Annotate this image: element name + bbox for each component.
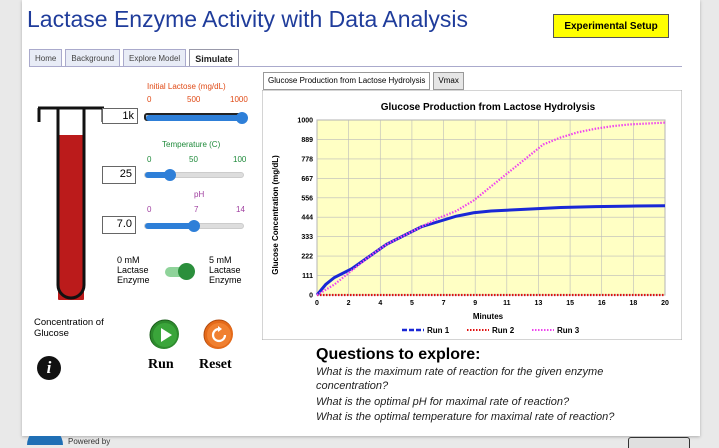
chart-y-tick-label: 889 — [301, 137, 313, 144]
chart-x-tick-label: 20 — [661, 300, 669, 307]
legend-label: Run 2 — [492, 326, 515, 335]
chart-y-label: Glucose Concentration (mg/dL) — [271, 155, 280, 275]
enzyme-toggle[interactable] — [163, 263, 195, 281]
tab-background[interactable]: Background — [65, 49, 121, 67]
temperature-slider[interactable] — [144, 169, 244, 181]
chart-title: Glucose Production from Lactose Hydrolys… — [381, 102, 596, 113]
lactose-min: 0 — [147, 95, 152, 104]
question-line-2: concentration? — [316, 380, 389, 392]
temperature-mid: 50 — [189, 155, 198, 164]
lactose-slider-fill — [146, 115, 242, 121]
ph-slider[interactable] — [144, 220, 244, 232]
reset-label: Reset — [199, 357, 232, 372]
chart-x-tick-label: 13 — [535, 300, 543, 307]
ph-min: 0 — [147, 205, 152, 214]
chart-tab-bar: Glucose Production from Lactose Hydrolys… — [263, 72, 464, 90]
chart-y-tick-label: 556 — [301, 195, 313, 202]
chart-y-tick-label: 1000 — [297, 118, 313, 125]
ph-max: 14 — [236, 205, 245, 214]
chart-x-tick-label: 7 — [442, 300, 446, 307]
ph-slider-fill — [145, 223, 194, 229]
chart-y-tick-label: 667 — [301, 176, 313, 183]
questions-heading: Questions to explore: — [316, 346, 481, 363]
temperature-value-field[interactable]: 25 — [102, 166, 136, 184]
tab-bar: Home Background Explore Model Simulate — [29, 49, 239, 67]
chart-x-label: Minutes — [473, 312, 504, 321]
chart-x-tick-label: 16 — [598, 300, 606, 307]
ph-value-field[interactable]: 7.0 — [102, 216, 136, 234]
tab-underline — [29, 66, 682, 67]
enzyme-toggle-knob — [178, 263, 195, 280]
tab-home[interactable]: Home — [29, 49, 63, 67]
license-badge[interactable] — [628, 437, 690, 448]
question-line-3: What is the optimal pH for maximal rate … — [316, 396, 570, 408]
tab-explore-model[interactable]: Explore Model — [123, 49, 187, 67]
glucose-chart: 0 2 4 5 7 9 11 13 15 16 18 20 0 111 222 333 444 556 667 77… — [262, 90, 682, 340]
chart-x-tick-label: 9 — [473, 300, 477, 307]
ph-mid: 7 — [194, 205, 199, 214]
chart-y-tick-label: 333 — [301, 234, 313, 241]
chart-x-tick-label: 0 — [315, 300, 319, 307]
enzyme-on-label: 5 mM Lactase Enzyme — [209, 255, 242, 285]
temperature-label: Temperature (C) — [162, 140, 221, 149]
chart-x-tick-label: 5 — [410, 300, 414, 307]
lactose-mid: 500 — [187, 95, 201, 104]
experimental-setup-button[interactable]: Experimental Setup — [553, 14, 669, 38]
page-title: Lactase Enzyme Activity with Data Analys… — [27, 6, 469, 32]
chart-tab-vmax[interactable]: Vmax — [433, 72, 464, 90]
chart-x-tick-label: 18 — [629, 300, 637, 307]
temperature-max: 100 — [233, 155, 247, 164]
enzyme-off-label: 0 mM Lactase Enzyme — [117, 255, 150, 285]
legend-label: Run 1 — [427, 326, 450, 335]
chart-x-tick-label: 15 — [566, 300, 574, 307]
lactose-label: Initial Lactose (mg/dL) — [147, 82, 226, 91]
lactose-max: 1000 — [230, 95, 248, 104]
test-tube-icon — [37, 106, 105, 300]
run-label: Run — [148, 357, 174, 372]
chart-y-tick-label: 778 — [301, 156, 313, 163]
question-line-4: What is the optimal temperature for maxi… — [316, 411, 615, 423]
footer-logo-icon — [27, 436, 63, 445]
chart-y-tick-label: 222 — [301, 254, 313, 261]
temperature-slider-thumb[interactable] — [163, 169, 176, 181]
chart-x-tick-label: 11 — [503, 300, 511, 307]
chart-y-tick-label: 0 — [309, 293, 313, 300]
reset-button[interactable] — [203, 319, 233, 349]
concentration-label: Concentration of Glucose — [34, 317, 104, 339]
chart-y-tick-label: 444 — [301, 215, 313, 222]
legend-label: Run 3 — [557, 326, 580, 335]
chart-x-tick-label: 4 — [378, 300, 382, 307]
chart-x-tick-label: 2 — [347, 300, 351, 307]
question-line-1: What is the maximum rate of reaction for… — [316, 366, 604, 378]
temperature-min: 0 — [147, 155, 152, 164]
ph-label: pH — [194, 190, 205, 199]
lactose-slider[interactable] — [144, 112, 248, 124]
tab-simulate[interactable]: Simulate — [189, 49, 239, 67]
chart-y-tick-label: 111 — [302, 273, 313, 280]
info-icon[interactable]: i — [37, 356, 61, 380]
run-button[interactable] — [149, 319, 179, 349]
chart-tab-glucose[interactable]: Glucose Production from Lactose Hydrolys… — [263, 72, 431, 90]
ph-slider-thumb[interactable] — [188, 220, 200, 232]
lactose-value-field[interactable]: 1k — [102, 108, 138, 124]
lactose-slider-thumb[interactable] — [236, 112, 248, 124]
